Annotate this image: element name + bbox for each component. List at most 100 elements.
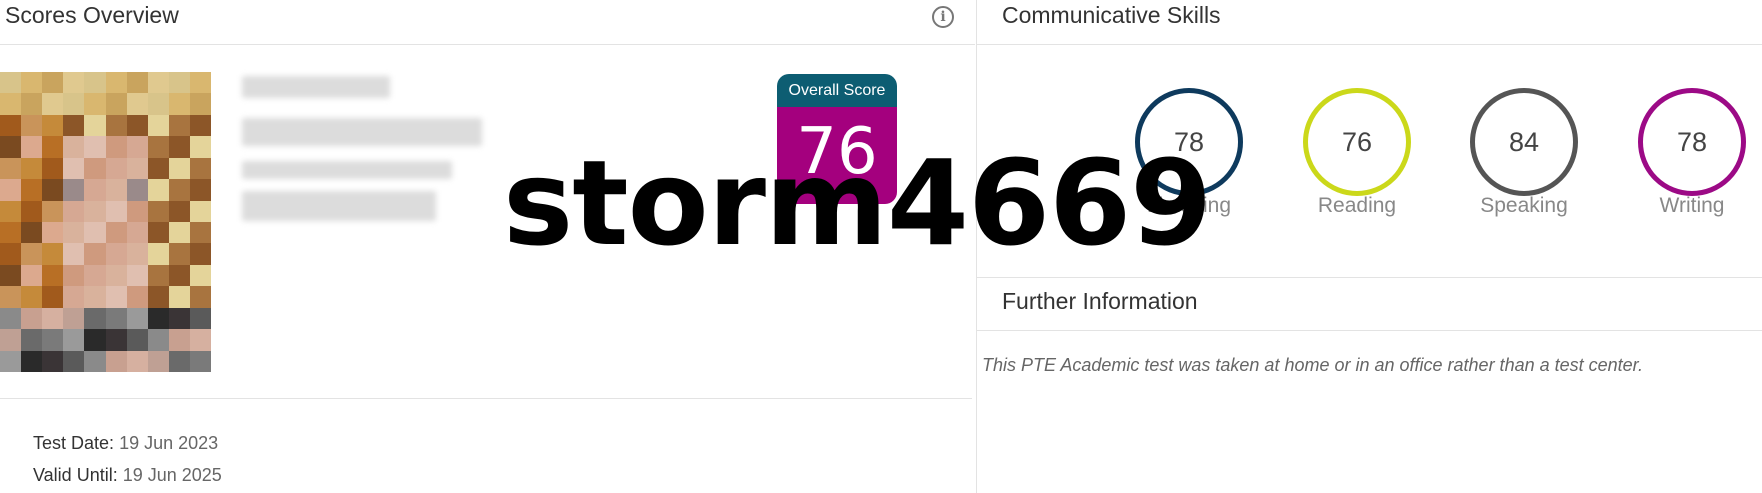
skill-label: Writing: [1659, 194, 1725, 217]
photo-pixel: [105, 264, 127, 287]
photo-pixel: [168, 264, 190, 287]
communicative-skills-title: Communicative Skills: [1002, 2, 1221, 28]
photo-pixel: [63, 264, 85, 287]
skill-ring: 76: [1303, 88, 1411, 196]
skill-ring: 84: [1470, 88, 1578, 196]
scores-header-divider: [0, 44, 975, 45]
photo-pixel: [21, 243, 43, 265]
photo-pixel: [21, 157, 43, 180]
photo-pixel: [42, 72, 64, 94]
photo-pixel: [189, 222, 211, 244]
photo-pixel: [42, 243, 64, 265]
photo-pixel: [189, 136, 211, 158]
skill-speaking: 84 Speaking: [1464, 88, 1584, 218]
photo-pixel: [21, 350, 43, 372]
photo-pixel: [0, 72, 22, 94]
photo-pixel: [168, 286, 190, 308]
photo-pixel: [105, 350, 127, 372]
photo-pixel: [42, 307, 64, 330]
photo-pixel: [0, 350, 22, 372]
info-icon[interactable]: i: [932, 6, 954, 28]
scores-overview-title: Scores Overview: [5, 2, 179, 28]
photo-pixel: [42, 93, 64, 115]
candidate-id-redacted: [242, 118, 482, 146]
photo-pixel: [126, 72, 148, 94]
photo-pixel: [42, 114, 64, 137]
photo-pixel: [126, 179, 148, 201]
photo-pixel: [189, 307, 211, 330]
photo-pixel: [147, 136, 169, 158]
photo-pixel: [0, 179, 22, 201]
valid-until-value: 19 Jun 2025: [122, 465, 222, 485]
photo-pixel: [189, 157, 211, 180]
photo-pixel: [105, 222, 127, 244]
photo-pixel: [0, 307, 22, 330]
photo-pixel: [168, 114, 190, 137]
photo-pixel: [0, 93, 22, 115]
photo-pixel: [168, 179, 190, 201]
photo-pixel: [189, 264, 211, 287]
skill-writing: 78 Writing: [1632, 88, 1752, 218]
candidate-extra-redacted: [242, 191, 436, 221]
photo-pixel: [42, 350, 64, 372]
photo-pixel: [147, 114, 169, 137]
photo-pixel: [84, 264, 106, 287]
photo-pixel: [126, 243, 148, 265]
photo-pixel: [63, 200, 85, 222]
scores-section-divider: [0, 398, 972, 399]
photo-pixel: [63, 243, 85, 265]
photo-pixel: [147, 179, 169, 201]
photo-pixel: [105, 72, 127, 94]
photo-pixel: [189, 72, 211, 94]
photo-pixel: [168, 72, 190, 94]
photo-pixel: [126, 114, 148, 137]
watermark-text: storm4669: [503, 134, 1212, 272]
photo-pixel: [105, 200, 127, 222]
photo-pixel: [126, 286, 148, 308]
photo-pixel: [21, 222, 43, 244]
photo-pixel: [105, 136, 127, 158]
photo-pixel: [105, 157, 127, 180]
photo-pixel: [0, 286, 22, 308]
photo-pixel: [42, 136, 64, 158]
photo-pixel: [147, 222, 169, 244]
candidate-photo: [0, 72, 211, 372]
photo-pixel: [189, 179, 211, 201]
photo-pixel: [147, 157, 169, 180]
photo-pixel: [84, 329, 106, 351]
photo-pixel: [147, 286, 169, 308]
photo-pixel: [126, 200, 148, 222]
photo-pixel: [21, 286, 43, 308]
photo-pixel: [84, 200, 106, 222]
photo-pixel: [84, 307, 106, 330]
test-date: Test Date: 19 Jun 2023: [33, 433, 218, 454]
photo-pixel: [84, 179, 106, 201]
photo-pixel: [84, 350, 106, 372]
photo-pixel: [84, 114, 106, 137]
photo-pixel: [126, 136, 148, 158]
photo-pixel: [0, 222, 22, 244]
skill-reading: 76 Reading: [1297, 88, 1417, 218]
photo-pixel: [63, 329, 85, 351]
photo-pixel: [0, 243, 22, 265]
photo-pixel: [84, 286, 106, 308]
photo-pixel: [0, 157, 22, 180]
photo-pixel: [0, 114, 22, 137]
valid-until: Valid Until: 19 Jun 2025: [33, 465, 222, 486]
further-info-top-divider: [976, 277, 1762, 278]
test-date-label: Test Date:: [33, 433, 115, 453]
photo-pixel: [0, 329, 22, 351]
photo-pixel: [84, 243, 106, 265]
candidate-name-redacted: [242, 76, 390, 98]
photo-pixel: [63, 286, 85, 308]
photo-pixel: [147, 307, 169, 330]
photo-pixel: [126, 264, 148, 287]
photo-pixel: [0, 136, 22, 158]
photo-pixel: [147, 93, 169, 115]
photo-pixel: [63, 136, 85, 158]
skill-ring: 78: [1638, 88, 1746, 196]
photo-pixel: [168, 243, 190, 265]
photo-pixel: [21, 72, 43, 94]
photo-pixel: [189, 114, 211, 137]
photo-pixel: [42, 329, 64, 351]
